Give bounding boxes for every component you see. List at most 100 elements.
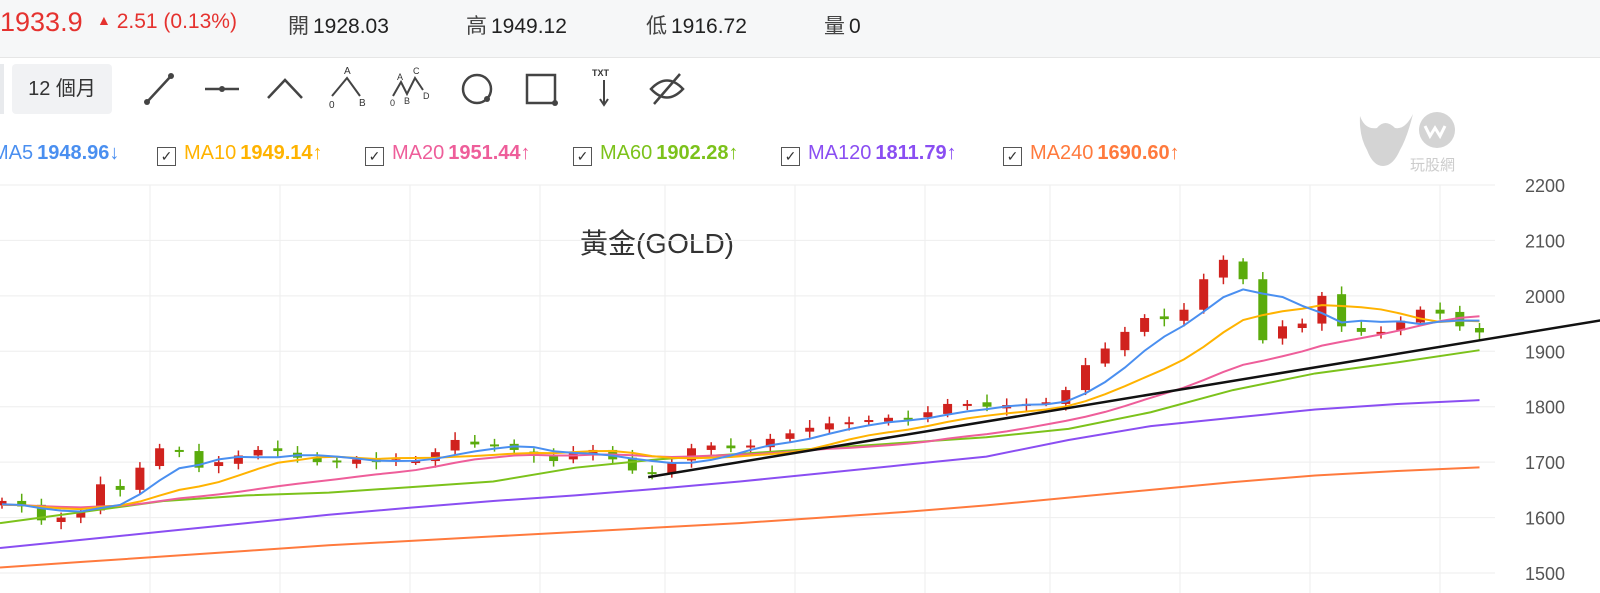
ma-checkbox[interactable]: ✓	[781, 147, 800, 166]
volume-label: 量	[824, 15, 845, 38]
y-tick-label: 2200	[1525, 176, 1565, 196]
abc-pattern-tool-icon[interactable]: A 0 B	[322, 64, 372, 114]
ma-legend-ma10: ✓ MA10 1949.14↑	[157, 142, 323, 166]
hide-drawings-icon[interactable]	[642, 64, 692, 114]
wantgoo-logo: 玩股網	[1359, 112, 1455, 173]
ma-legend-ma240: ✓ MA240 1690.60↑	[1003, 142, 1180, 166]
y-tick-label: 1500	[1525, 564, 1565, 584]
candle-body	[174, 449, 184, 452]
ma-value: 1951.44↑	[448, 142, 531, 164]
ma-value: 1948.96↓	[37, 142, 120, 164]
candle-body	[56, 517, 66, 523]
open-stat: 開 1928.03	[288, 10, 389, 40]
ma120-line	[0, 399, 1480, 550]
candle-body	[1475, 328, 1484, 333]
candle-body	[864, 420, 874, 423]
ma-name: MA60	[600, 142, 653, 164]
circle-tool-icon[interactable]	[452, 64, 502, 114]
y-tick-label: 1800	[1525, 398, 1565, 418]
ma-name: MA120	[808, 142, 872, 164]
ma-legend-ma5: MA5 1948.96↓	[0, 142, 119, 165]
svg-text:0: 0	[390, 98, 395, 108]
candle-body	[214, 462, 224, 467]
ma-legend-ma60: ✓ MA60 1902.28↑	[573, 142, 739, 166]
ma-name: MA5	[0, 142, 34, 164]
ma-value: 1811.79↑	[875, 142, 957, 164]
quote-header: 1933.9 ▲ 2.51 (0.13%) 開 1928.03 高 1949.12 …	[0, 0, 1600, 58]
ma20-line	[1, 315, 1480, 509]
candle-body	[352, 459, 362, 464]
line-tool-icon[interactable]	[135, 64, 185, 114]
ma-name: MA240	[1030, 142, 1094, 164]
candle-body	[135, 467, 145, 490]
period-select[interactable]: 12 個月	[12, 64, 112, 114]
candle-body	[1435, 309, 1445, 314]
svg-text:D: D	[423, 91, 430, 101]
ma-value: 1949.14↑	[240, 142, 323, 164]
svg-text:B: B	[359, 98, 366, 109]
abcd-pattern-tool-icon[interactable]: AC 0 B D	[385, 64, 435, 114]
prev-period-button[interactable]	[0, 64, 4, 114]
candle-body	[332, 460, 342, 463]
candle-body	[253, 449, 263, 456]
ma-checkbox[interactable]: ✓	[365, 147, 384, 166]
low-label: 低	[646, 15, 667, 38]
candle-body	[1218, 259, 1228, 278]
high-label: 高	[466, 15, 487, 38]
candle-body	[1140, 318, 1150, 332]
candle-body	[1356, 328, 1366, 332]
candle-body	[450, 439, 460, 451]
low-stat: 低 1916.72	[646, 10, 747, 40]
ma-legend-ma120: ✓ MA120 1811.79↑	[781, 142, 957, 166]
candle-body	[982, 402, 992, 407]
candle-body	[490, 444, 499, 447]
change-value: 2.51 (0.13%)	[116, 10, 237, 33]
y-tick-label: 1700	[1525, 453, 1565, 473]
y-tick-label: 2100	[1525, 231, 1565, 251]
horizontal-line-tool-icon[interactable]	[197, 64, 247, 114]
candle-body	[962, 403, 972, 406]
candle-body	[647, 472, 657, 475]
candle-body	[155, 448, 165, 467]
candle-body	[1278, 326, 1287, 339]
ma-checkbox[interactable]: ✓	[1003, 147, 1022, 166]
candle-body	[1199, 279, 1209, 310]
ma-checkbox[interactable]: ✓	[157, 147, 176, 166]
ma5-line	[1, 288, 1480, 513]
ma-checkbox[interactable]: ✓	[573, 147, 592, 166]
candle-body	[1258, 279, 1268, 341]
high-value: 1949.12	[491, 15, 567, 38]
candle-body	[1081, 365, 1090, 391]
angle-tool-icon[interactable]	[260, 64, 310, 114]
candle-body	[1100, 348, 1110, 364]
candle-body	[1159, 316, 1169, 320]
y-tick-label: 2000	[1525, 287, 1565, 307]
svg-text:A: A	[344, 66, 351, 77]
volume-stat: 量0	[824, 10, 861, 40]
candle-body	[746, 445, 756, 448]
candle-body	[844, 422, 854, 425]
candlestick-chart[interactable]: 2200 2100 2000 1900 1800 1700 1600 1500	[0, 170, 1600, 593]
candle-body	[470, 441, 480, 445]
candle-body	[1238, 261, 1248, 280]
ma-value: 1902.28↑	[656, 142, 739, 164]
candle-body	[726, 445, 736, 449]
last-price: 1933.9	[0, 7, 83, 37]
price-change: ▲ 2.51 (0.13%)	[97, 10, 237, 34]
open-value: 1928.03	[313, 15, 389, 38]
svg-text:B: B	[404, 96, 410, 106]
text-tool-icon[interactable]: TXT	[579, 64, 629, 114]
candle-body	[923, 412, 933, 418]
open-label: 開	[288, 15, 309, 38]
up-triangle-icon: ▲	[97, 12, 111, 28]
y-tick-label: 1900	[1525, 342, 1565, 362]
candle-body	[706, 445, 716, 450]
volume-value: 0	[849, 15, 861, 38]
candle-body	[1317, 295, 1327, 324]
candle-body	[1120, 331, 1130, 351]
rectangle-tool-icon[interactable]	[516, 64, 566, 114]
svg-text:C: C	[413, 66, 420, 76]
candle-body	[943, 403, 953, 414]
svg-text:0: 0	[329, 100, 335, 111]
ma-value: 1690.60↑	[1097, 142, 1180, 164]
